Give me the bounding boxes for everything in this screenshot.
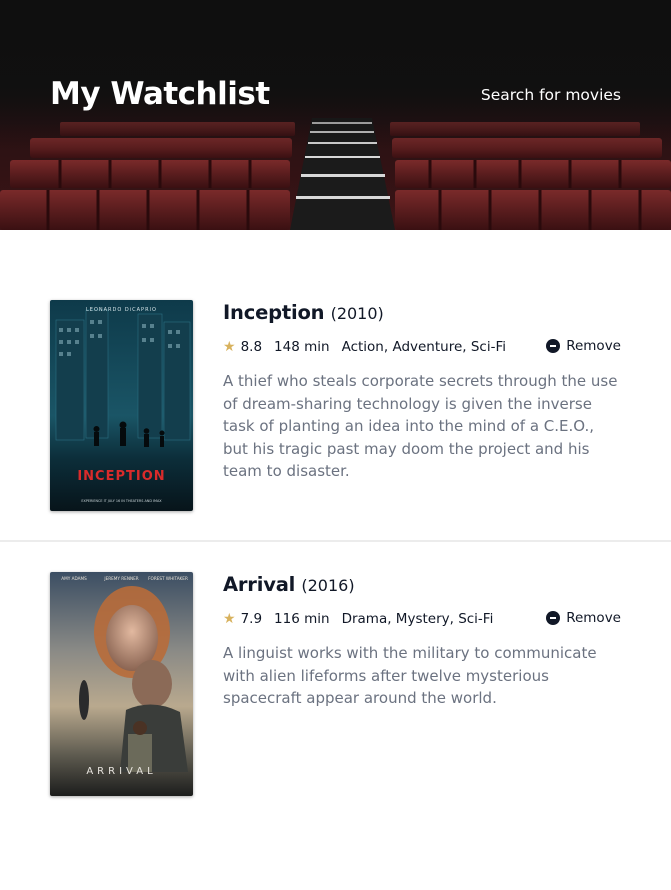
movie-runtime: 116 min [274,611,330,627]
poster-bottom-text: EXPERIENCE IT JULY 16 IN THEATERS AND IM… [81,499,162,503]
movie-poster-image: AMY ADAMS JEREMY RENNER FOREST WHITAKER … [50,572,193,796]
poster-cast-3: FOREST WHITAKER [148,576,188,581]
poster-top-text: LEONARDO DiCAPRIO [86,307,157,313]
movie-genres: Drama, Mystery, Sci-Fi [341,611,494,627]
star-icon: ★ [223,339,236,355]
movie-title-line: Inception (2010) [223,300,623,327]
movie-title-line: Arrival (2016) [223,572,623,599]
watchlist: LEONARDO DiCAPRIO INCEPTION EXPERIENCE I… [0,300,671,844]
poster-title-text: INCEPTION [77,469,165,484]
remove-label: Remove [566,338,621,354]
cinema-seats-image [0,0,671,230]
movie-meta: ★ 7.9 116 min Drama, Mystery, Sci-Fi Rem… [223,609,623,629]
star-icon: ★ [223,611,236,627]
remove-label: Remove [566,610,621,626]
movie-card: AMY ADAMS JEREMY RENNER FOREST WHITAKER … [0,572,671,844]
movie-title: Inception [223,301,325,324]
movie-plot: A linguist works with the military to co… [223,644,597,707]
movie-poster-image: LEONARDO DiCAPRIO INCEPTION EXPERIENCE I… [50,300,193,511]
movie-year: (2010) [330,304,384,323]
movie-rating: 7.9 [240,611,263,627]
poster-cast-2: JEREMY RENNER [103,576,138,581]
movie-plot: A thief who steals corporate secrets thr… [223,372,618,480]
hero-banner: My Watchlist Search for movies [0,0,671,230]
movie-info: Arrival (2016) ★ 7.9 116 min Drama, Myst… [223,572,623,710]
movie-meta: ★ 8.8 148 min Action, Adventure, Sci-Fi … [223,337,623,357]
page-title: My Watchlist [50,76,270,112]
movie-year: (2016) [301,576,355,595]
minus-circle-icon [546,339,561,353]
remove-button[interactable]: Remove [546,610,621,626]
movie-rating: 8.8 [240,339,263,355]
movie-info: Inception (2010) ★ 8.8 148 min Action, A… [223,300,623,483]
minus-circle-icon [546,611,561,625]
movie-runtime: 148 min [274,339,330,355]
poster-title-text: ARRIVAL [86,766,156,777]
remove-button[interactable]: Remove [546,338,621,354]
movie-title: Arrival [223,573,296,596]
movie-card: LEONARDO DiCAPRIO INCEPTION EXPERIENCE I… [0,300,671,542]
movie-genres: Action, Adventure, Sci-Fi [341,339,506,355]
search-movies-link[interactable]: Search for movies [481,86,621,104]
poster-cast-1: AMY ADAMS [61,576,87,581]
